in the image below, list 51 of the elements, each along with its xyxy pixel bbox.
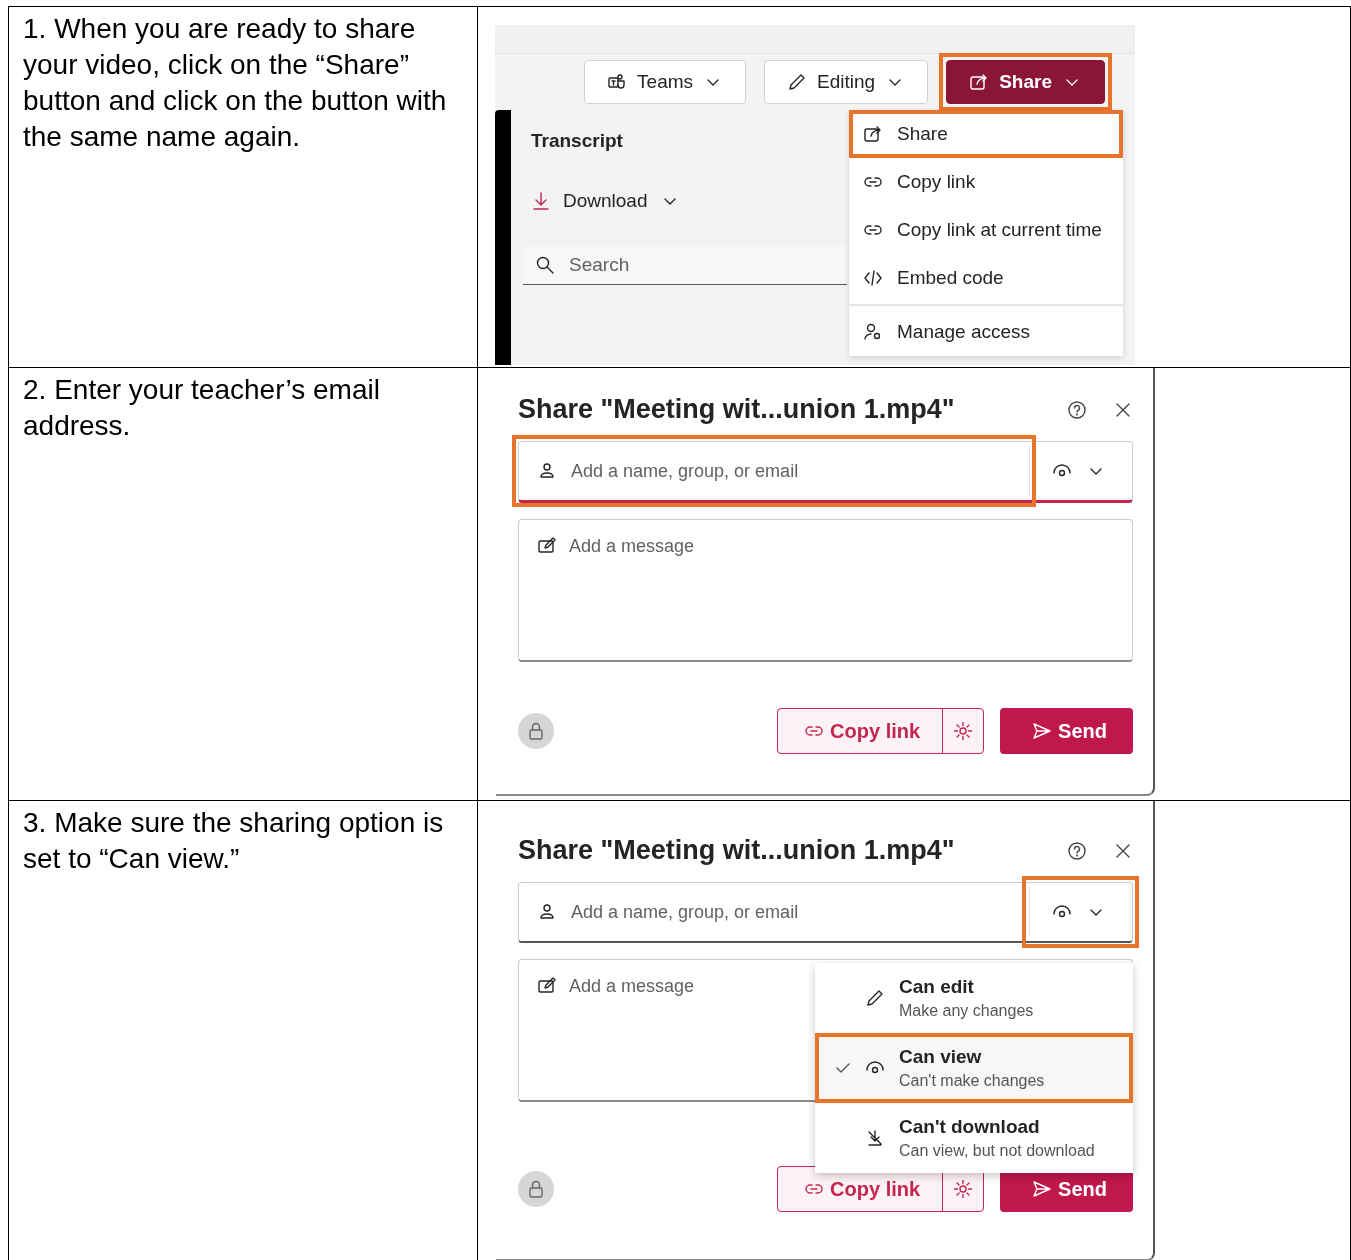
person-gear-icon [863, 321, 883, 342]
send-button[interactable]: Send [1000, 708, 1133, 754]
menu-item[interactable]: Share [853, 114, 1119, 154]
search-field[interactable]: Search [523, 246, 847, 285]
gear-icon [953, 1179, 974, 1199]
help-button[interactable] [1067, 840, 1087, 861]
option-label: Can't download [899, 1116, 1041, 1138]
toolbar-button[interactable]: Editing [764, 60, 929, 104]
dialog-title: Share "Meeting wit...union 1.mp4" [518, 394, 956, 425]
permission-option[interactable]: Can view Can't make changes [819, 1037, 1129, 1099]
padlock-icon [526, 1179, 546, 1199]
option-description: Make any changes [899, 1002, 1034, 1020]
option-description: Can view, but not download [899, 1142, 1095, 1160]
instruction-text: 3. Make sure the sharing option is set to “Can view.” [23, 806, 445, 876]
instruction-text: 2. Enter your teacher’s email address. [23, 373, 381, 443]
share-icon [863, 124, 883, 144]
teams-icon [607, 72, 628, 92]
copy-link-button[interactable]: Copy link [778, 709, 943, 753]
option-label: Can edit [899, 976, 975, 998]
menu-item[interactable]: Embed code [853, 258, 1119, 298]
copy-link-button[interactable]: Copy link [778, 1167, 943, 1211]
permission-option[interactable]: Can't download Can view, but not download [819, 1107, 1129, 1169]
send-icon [1032, 721, 1053, 741]
no-download-icon [865, 1128, 885, 1148]
pencil-icon [865, 988, 885, 1008]
permission-option[interactable]: Can edit Make any changes [819, 967, 1129, 1029]
option-label: Can view [899, 1046, 983, 1068]
instruction-text: 1. When you are ready to share your video, click on the “Share” button and click on the button with the same name again. [23, 12, 448, 154]
message-icon [537, 536, 557, 556]
option-description: Can't make changes [899, 1072, 1045, 1090]
menu-item[interactable]: Copy link at current time [853, 210, 1119, 250]
menu-item[interactable]: Copy link [853, 162, 1119, 202]
message-field[interactable]: Add a message [518, 519, 1133, 662]
person-icon [537, 461, 557, 481]
padlock-icon [526, 721, 546, 741]
share-icon [969, 72, 990, 92]
share-button[interactable]: Share [946, 60, 1105, 104]
menu-item[interactable]: Manage access [853, 311, 1119, 352]
message-icon [537, 976, 557, 996]
gear-icon [953, 721, 974, 741]
dialog-title: Share "Meeting wit...union 1.mp4" [518, 835, 956, 866]
help-icon [1067, 399, 1087, 420]
download-icon [531, 191, 551, 211]
help-icon [1067, 840, 1087, 861]
transcript-title: Transcript [531, 130, 623, 152]
send-icon [1032, 1179, 1053, 1199]
code-icon [863, 268, 883, 288]
toolbar-button[interactable]: Teams [584, 60, 747, 104]
search-icon [535, 255, 555, 275]
help-button[interactable] [1067, 399, 1087, 420]
download-button[interactable]: Download [531, 190, 680, 212]
